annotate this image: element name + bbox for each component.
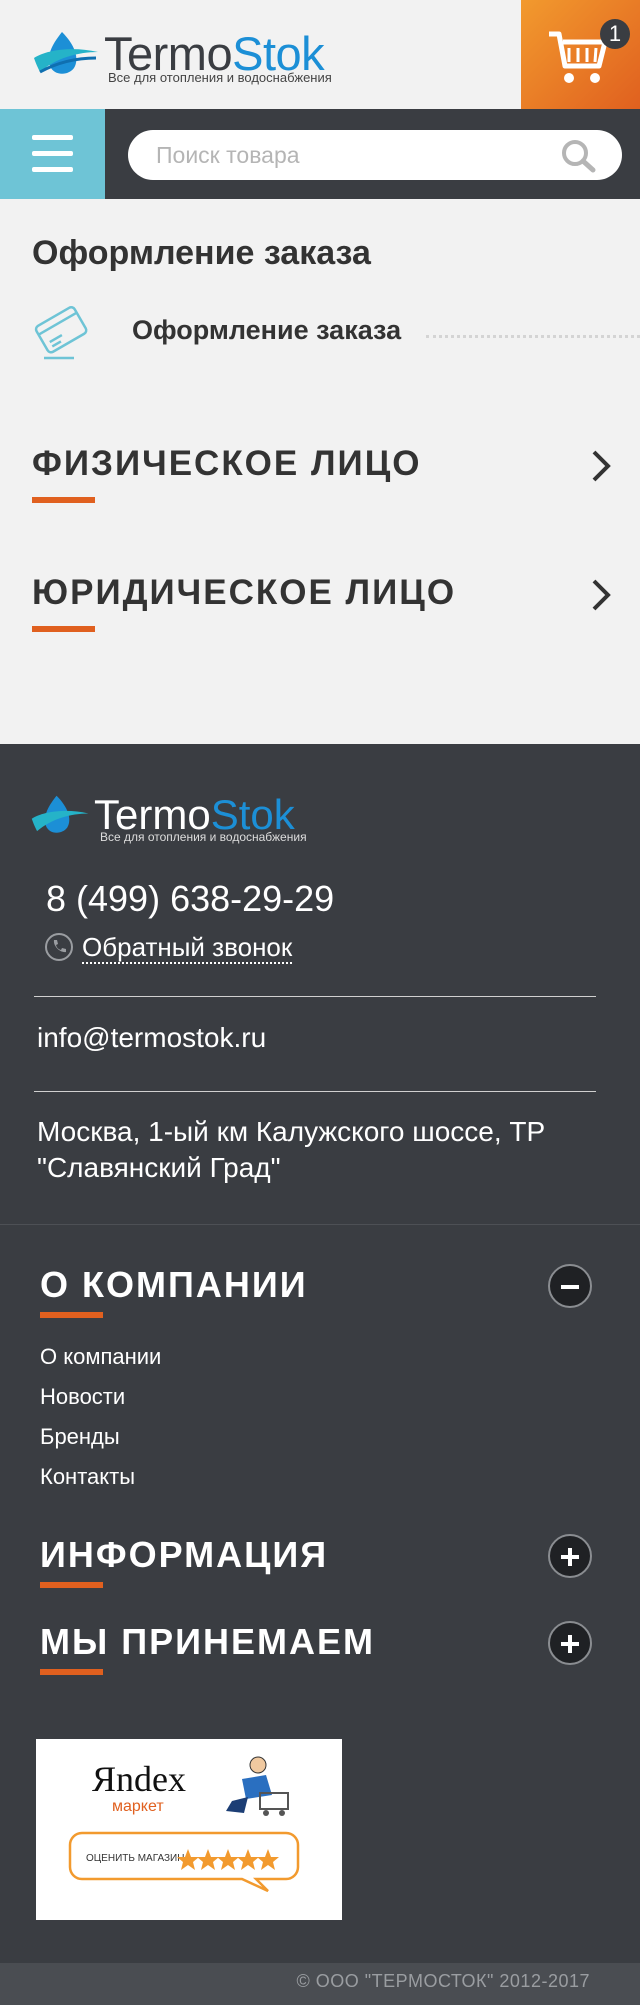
hamburger-icon-line [32, 151, 73, 156]
logo-tagline: Все для отопления и водоснабжения [100, 830, 307, 844]
delivery-courier-icon [226, 1756, 289, 1816]
logo-swoosh-icon [31, 795, 89, 833]
hamburger-icon-line [32, 167, 73, 172]
nav-bar [0, 109, 640, 199]
page-title: Оформление заказа [32, 234, 371, 272]
accent-underline [40, 1582, 103, 1588]
expand-toggle-button[interactable] [548, 1534, 592, 1578]
section-title-information[interactable]: ИНФОРМАЦИЯ [40, 1534, 328, 1576]
plus-icon-vertical [568, 1635, 572, 1653]
footer-link-news[interactable]: Новости [40, 1384, 125, 1410]
footer-phone[interactable]: 8 (499) 638-29-29 [46, 878, 334, 920]
yandex-market-badge[interactable]: Яndex маркет ОЦЕНИТЬ МАГАЗИН [36, 1739, 342, 1920]
expand-toggle-button[interactable] [548, 1621, 592, 1665]
cart-button[interactable]: 1 [521, 0, 640, 109]
search-icon[interactable] [560, 139, 600, 173]
minus-icon [561, 1285, 579, 1289]
step-label: Оформление заказа [132, 315, 412, 346]
callback-label: Обратный звонок [82, 932, 293, 964]
phone-icon [45, 933, 73, 961]
footer-logo[interactable]: TermoStok Все для отопления и водоснабже… [30, 790, 350, 850]
cart-count-badge: 1 [600, 19, 630, 49]
logo-tagline: Все для отопления и водоснабжения [108, 70, 332, 85]
footer-email[interactable]: info@termostok.ru [37, 1022, 266, 1054]
plus-icon-vertical [568, 1548, 572, 1566]
checkout-step: Оформление заказа [32, 300, 640, 360]
divider [34, 996, 596, 997]
copyright-text: © ООО "ТЕРМОСТОК" 2012-2017 [296, 1971, 590, 1991]
divider [0, 1224, 640, 1225]
option-label: ЮРИДИЧЕСКОЕ ЛИЦО [32, 573, 457, 612]
footer-address: Москва, 1-ый км Калужского шоссе, ТР "Сл… [37, 1116, 546, 1183]
section-title-company[interactable]: О КОМПАНИИ [40, 1264, 308, 1306]
footer-link-about[interactable]: О компании [40, 1344, 161, 1370]
search-input[interactable] [156, 130, 556, 180]
logo-swoosh-icon [34, 32, 98, 74]
step-divider [426, 335, 640, 338]
collapse-toggle-button[interactable] [548, 1264, 592, 1308]
footer-link-contacts[interactable]: Контакты [40, 1464, 135, 1490]
yandex-market-badge-graphic: Яndex маркет ОЦЕНИТЬ МАГАЗИН [68, 1756, 300, 1893]
option-individual[interactable]: ФИЗИЧЕСКОЕ ЛИЦО [32, 444, 612, 514]
chevron-right-icon [592, 450, 611, 482]
accent-underline [40, 1312, 103, 1318]
option-label: ФИЗИЧЕСКОЕ ЛИЦО [32, 444, 422, 483]
copyright-bar: © ООО "ТЕРМОСТОК" 2012-2017 [0, 1963, 640, 2005]
search-box [128, 130, 622, 180]
site-footer: TermoStok Все для отопления и водоснабже… [0, 744, 640, 2005]
footer-link-brands[interactable]: Бренды [40, 1424, 120, 1450]
yandex-logo-text: Яndex [92, 1759, 186, 1799]
option-legal-entity[interactable]: ЮРИДИЧЕСКОЕ ЛИЦО [32, 573, 612, 643]
credit-card-icon [34, 305, 88, 360]
menu-button[interactable] [0, 109, 105, 199]
accent-underline [32, 626, 95, 632]
divider [34, 1091, 596, 1092]
rate-store-text: ОЦЕНИТЬ МАГАЗИН [86, 1853, 184, 1864]
accent-underline [32, 497, 95, 503]
accent-underline [40, 1669, 103, 1675]
hamburger-icon [32, 135, 73, 140]
site-logo[interactable]: TermoStok Все для отопления и водоснабже… [32, 26, 352, 86]
site-header: TermoStok Все для отопления и водоснабже… [0, 0, 640, 109]
chevron-right-icon [592, 579, 611, 611]
section-title-we-accept[interactable]: МЫ ПРИНЕМАЕМ [40, 1621, 375, 1663]
yandex-sub-text: маркет [112, 1798, 164, 1815]
